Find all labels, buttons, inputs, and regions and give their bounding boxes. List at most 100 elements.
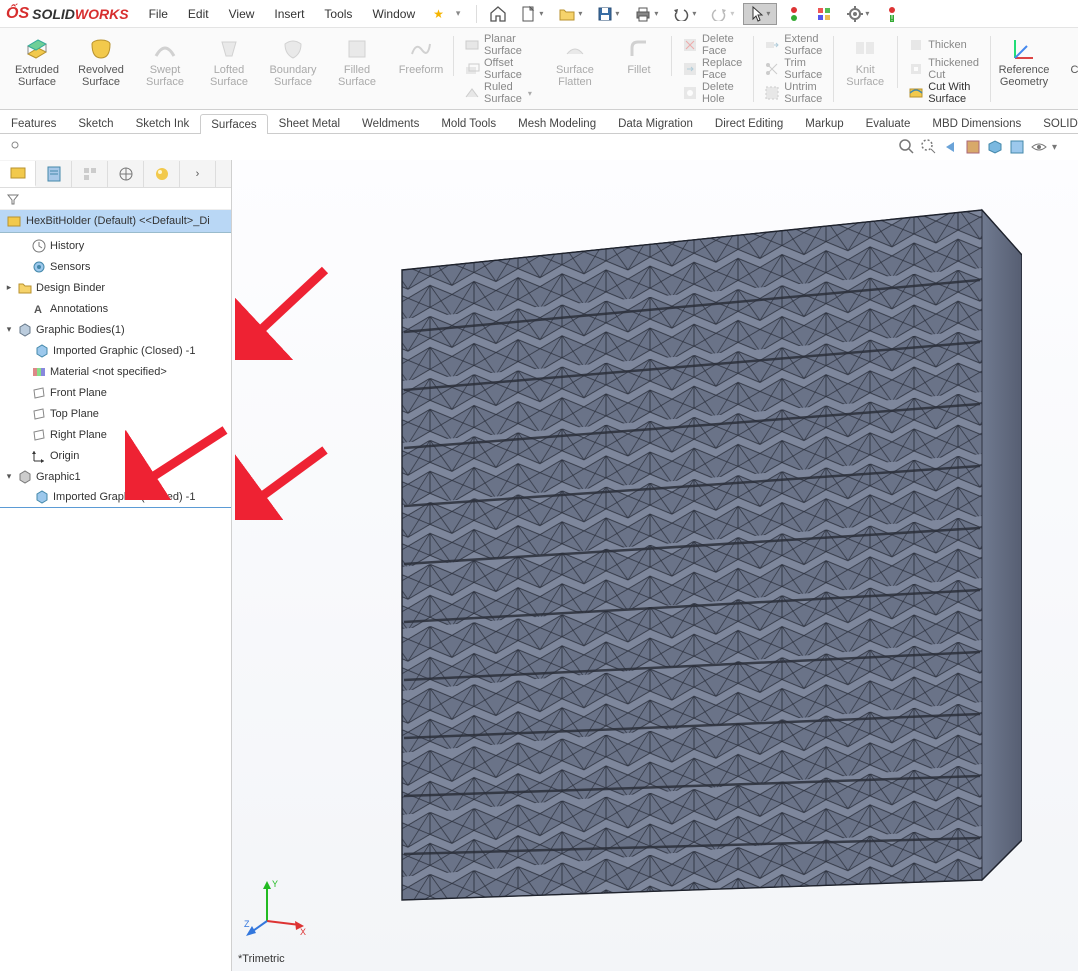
menu-window[interactable]: Window <box>364 3 423 25</box>
tab-surfaces[interactable]: Surfaces <box>200 114 267 134</box>
tab-sheet-metal[interactable]: Sheet Metal <box>268 113 351 133</box>
tree-imported-graphic-1[interactable]: Imported Graphic (Closed) -1 <box>0 340 231 361</box>
rebuild-button[interactable] <box>781 3 807 25</box>
panel-tab-displaymanager[interactable] <box>144 161 180 187</box>
more-views-icon[interactable]: ▾ <box>1052 138 1070 156</box>
new-button[interactable] <box>515 3 549 25</box>
plane-icon <box>31 385 47 401</box>
tab-mesh-modeling[interactable]: Mesh Modeling <box>507 113 607 133</box>
view-triad[interactable]: Y X Z <box>242 871 312 941</box>
panel-tab-more[interactable]: › <box>180 161 216 187</box>
replace-face-button: Replace Face <box>676 58 748 80</box>
tree-imported-graphic-2[interactable]: Imported Graphic (Closed) -1 <box>0 487 231 508</box>
tree-annotations[interactable]: AAnnotations <box>0 298 231 319</box>
tree-sensors[interactable]: Sensors <box>0 256 231 277</box>
menu-view[interactable]: View <box>221 3 263 25</box>
tree-right-plane-label: Right Plane <box>50 429 107 441</box>
panel-tab-configurationmanager[interactable] <box>72 161 108 187</box>
menu-file[interactable]: File <box>141 3 176 25</box>
tree-origin[interactable]: Origin <box>0 445 231 466</box>
tab-data-migration[interactable]: Data Migration <box>607 113 704 133</box>
tree-root-label: HexBitHolder (Default) <<Default>_Di <box>26 215 210 227</box>
view-orientation-icon[interactable] <box>986 138 1004 156</box>
tab-mold-tools[interactable]: Mold Tools <box>430 113 507 133</box>
redo-button[interactable] <box>705 3 739 25</box>
delete-face-label: Delete Face <box>702 33 742 57</box>
sensors-icon <box>31 259 47 275</box>
tree-graphic1-label: Graphic1 <box>36 471 81 483</box>
menu-bar: ỐS SOLIDWORKS File Edit View Insert Tool… <box>0 0 1078 28</box>
undo-button[interactable] <box>667 3 701 25</box>
tab-direct-editing[interactable]: Direct Editing <box>704 113 794 133</box>
filter-icon <box>6 192 20 206</box>
svg-text:Z: Z <box>244 919 250 929</box>
curves-button[interactable]: Curves <box>1061 34 1078 78</box>
tab-sketch[interactable]: Sketch <box>67 113 124 133</box>
extend-surface-button: Extend Surface <box>758 34 828 56</box>
folder-icon <box>17 280 33 296</box>
tree-history[interactable]: History <box>0 235 231 256</box>
tree-top-plane[interactable]: Top Plane <box>0 403 231 424</box>
separator <box>476 5 477 23</box>
cut-with-surface-button[interactable]: Cut With Surface <box>902 82 985 104</box>
trim-surface-button: Trim Surface <box>758 58 828 80</box>
menu-tools[interactable]: Tools <box>316 3 360 25</box>
previous-view-icon[interactable] <box>942 138 960 156</box>
save-button[interactable] <box>591 3 625 25</box>
filled-surface-label: Filled Surface <box>338 64 376 88</box>
tree-material-label: Material <not specified> <box>50 366 167 378</box>
tab-weldments[interactable]: Weldments <box>351 113 430 133</box>
fillet-label: Fillet <box>627 64 650 76</box>
print-button[interactable] <box>629 3 663 25</box>
panel-tab-dimxpert[interactable] <box>108 161 144 187</box>
tree-graphic1[interactable]: ▾Graphic1 <box>0 466 231 487</box>
delete-hole-button: Delete Hole <box>676 82 748 104</box>
menu-pin-icon[interactable]: ★ <box>433 7 444 21</box>
tab-solidworks-addins[interactable]: SOLIDWORKS Ad <box>1032 113 1078 133</box>
panel-tab-featuremanager[interactable] <box>0 161 36 187</box>
annotations-icon: A <box>31 301 47 317</box>
tab-markup[interactable]: Markup <box>794 113 854 133</box>
tab-mbd-dimensions[interactable]: MBD Dimensions <box>921 113 1032 133</box>
reference-geometry-button[interactable]: Reference Geometry <box>997 34 1051 90</box>
open-button[interactable] <box>553 3 587 25</box>
ribbon: Extruded Surface Revolved Surface Swept … <box>0 28 1078 110</box>
options-button[interactable] <box>841 3 875 25</box>
feature-tree: History Sensors ▸Design Binder AAnnotati… <box>0 233 231 971</box>
tree-graphic-bodies[interactable]: ▾Graphic Bodies(1) <box>0 319 231 340</box>
menu-edit[interactable]: Edit <box>180 3 217 25</box>
surface-flatten-button: Surface Flatten <box>548 34 602 90</box>
display-style-icon[interactable] <box>1008 138 1026 156</box>
part-icon <box>6 213 22 229</box>
select-button[interactable] <box>743 3 777 25</box>
revolved-surface-button[interactable]: Revolved Surface <box>74 34 128 90</box>
tree-root-node[interactable]: HexBitHolder (Default) <<Default>_Di <box>0 210 231 233</box>
hide-show-icon[interactable] <box>1030 138 1048 156</box>
section-view-icon[interactable] <box>964 138 982 156</box>
tree-material[interactable]: Material <not specified> <box>0 361 231 382</box>
tab-evaluate[interactable]: Evaluate <box>855 113 922 133</box>
panel-tabs: › <box>0 160 231 188</box>
tree-design-binder[interactable]: ▸Design Binder <box>0 277 231 298</box>
home-button[interactable] <box>485 3 511 25</box>
ruled-surface-button: Ruled Surface▾ <box>458 82 538 104</box>
menu-insert[interactable]: Insert <box>266 3 312 25</box>
tree-history-label: History <box>50 240 84 252</box>
tree-right-plane[interactable]: Right Plane <box>0 424 231 445</box>
tab-sketch-ink[interactable]: Sketch Ink <box>125 113 201 133</box>
extruded-surface-button[interactable]: Extruded Surface <box>10 34 64 90</box>
appearance-button[interactable] <box>811 3 837 25</box>
tree-filter[interactable] <box>0 188 231 210</box>
cut-with-surface-label: Cut With Surface <box>928 81 979 105</box>
zoom-area-icon[interactable] <box>920 138 938 156</box>
menu-expand-icon[interactable]: ▾ <box>448 4 469 23</box>
ruled-surface-label: Ruled Surface <box>484 81 522 105</box>
panel-tab-propertymanager[interactable] <box>36 161 72 187</box>
panel-collapse-icon[interactable] <box>8 138 26 156</box>
tab-features[interactable]: Features <box>0 113 67 133</box>
history-icon <box>31 238 47 254</box>
whatsnew-button[interactable]: ! <box>879 3 905 25</box>
graphics-viewport[interactable]: Y X Z *Trimetric <box>232 160 1078 971</box>
zoom-fit-icon[interactable] <box>898 138 916 156</box>
tree-front-plane[interactable]: Front Plane <box>0 382 231 403</box>
